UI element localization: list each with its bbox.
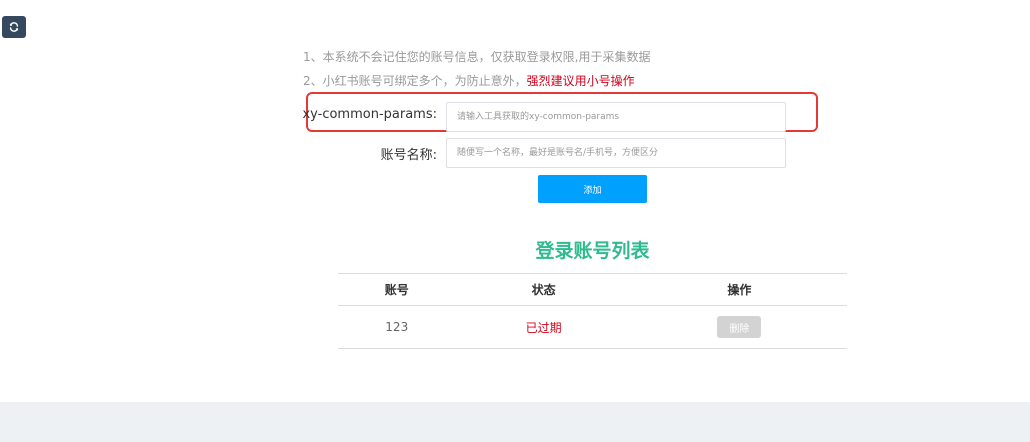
refresh-icon xyxy=(9,22,19,32)
add-button[interactable]: 添加 xyxy=(538,175,647,203)
warning-text: 强烈建议用小号操作 xyxy=(526,74,635,88)
params-input[interactable] xyxy=(446,102,786,132)
account-name-input[interactable] xyxy=(446,138,786,168)
instruction-line-2: 2、小红书账号可绑定多个，为防止意外，强烈建议用小号操作 xyxy=(303,69,650,93)
delete-button[interactable]: 删除 xyxy=(717,316,762,338)
params-label: xy-common-params: xyxy=(302,107,437,122)
instruction-line-1: 1、本系统不会记住您的账号信息，仅获取登录权限,用于采集数据 xyxy=(303,50,651,64)
refresh-button[interactable] xyxy=(2,16,26,38)
column-header-account: 账号 xyxy=(338,273,456,306)
instructions: 1、本系统不会记住您的账号信息，仅获取登录权限,用于采集数据 2、小红书账号可绑… xyxy=(303,45,650,93)
table-header-row: 账号 状态 操作 xyxy=(338,273,847,306)
table-row: 123 已过期 删除 xyxy=(338,305,847,349)
account-table: 账号 状态 操作 123 已过期 删除 xyxy=(338,273,847,349)
column-header-status: 状态 xyxy=(455,273,632,306)
footer-bar xyxy=(0,402,1030,442)
action-cell: 删除 xyxy=(631,305,847,349)
status-cell: 已过期 xyxy=(455,305,632,349)
instruction-line-2-text: 2、小红书账号可绑定多个，为防止意外， xyxy=(303,74,527,88)
column-header-action: 操作 xyxy=(631,273,847,306)
account-list-title: 登录账号列表 xyxy=(535,240,650,262)
account-name-label: 账号名称: xyxy=(380,148,437,163)
account-cell: 123 xyxy=(338,305,456,349)
